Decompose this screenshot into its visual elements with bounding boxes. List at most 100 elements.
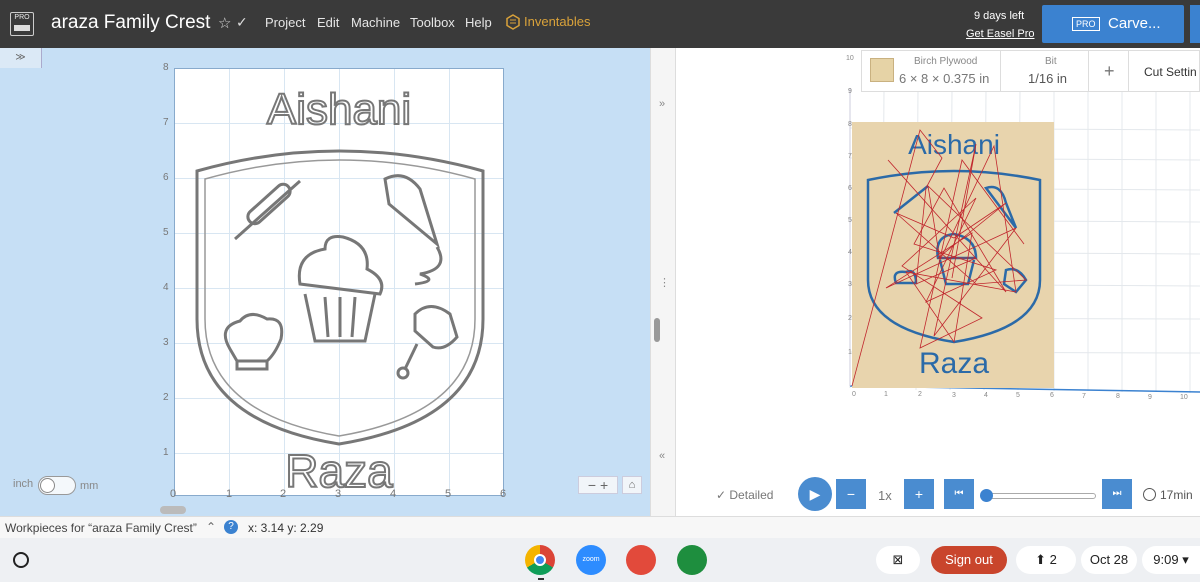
- faster-button[interactable]: +: [904, 479, 934, 509]
- material-swatch[interactable]: [870, 58, 894, 82]
- preview-y-tick: 3: [848, 281, 852, 288]
- preview-y-tick: 4: [848, 249, 852, 256]
- notifications-button[interactable]: ⬆ 2: [1016, 546, 1076, 574]
- preview-x-tick: 3: [952, 392, 956, 399]
- expand-right-icon[interactable]: »: [659, 98, 665, 110]
- star-icon[interactable]: ☆: [218, 14, 231, 32]
- time-display: 9:09: [1153, 552, 1179, 567]
- preview-y-tick: 6: [848, 185, 852, 192]
- preview-x-tick: 4: [984, 392, 988, 399]
- preview-y-tick: 5: [848, 217, 852, 224]
- inventables-link[interactable]: Inventables: [524, 14, 591, 29]
- slower-button[interactable]: −: [836, 479, 866, 509]
- preview-y-tick: 7: [848, 153, 852, 160]
- bit-size[interactable]: 1/16 in: [1028, 71, 1067, 86]
- sign-out-button[interactable]: Sign out: [931, 546, 1007, 574]
- detailed-toggle[interactable]: ✓ Detailed: [716, 488, 773, 502]
- preview-x-tick: 6: [1050, 392, 1054, 399]
- chevron-down-icon[interactable]: ≫: [0, 48, 42, 68]
- menu-toolbox[interactable]: Toolbox: [410, 15, 455, 30]
- preview-x-tick: 10: [1180, 394, 1188, 401]
- y-tick: 1: [163, 447, 169, 458]
- inventables-icon: [506, 14, 520, 30]
- carve-label: Carve...: [1108, 15, 1161, 32]
- top-name-text: Aishani: [267, 85, 411, 134]
- x-tick: 4: [390, 488, 397, 500]
- x-tick: 5: [445, 488, 452, 500]
- rolling-pin-icon: [234, 179, 301, 241]
- carve-pro-badge: PRO: [1072, 17, 1100, 31]
- clock-wifi-tray[interactable]: 9:09 ▾: [1142, 546, 1200, 574]
- preview-x-tick: 7: [1082, 393, 1086, 400]
- preview-x-tick: 0: [852, 391, 856, 398]
- hand-mixer-icon: [396, 305, 459, 380]
- home-icon[interactable]: ⌂: [622, 476, 642, 494]
- top-bar: PRO araza Family Crest ☆ ✓ Project Edit …: [0, 0, 1200, 48]
- preview-y-tick: 10: [846, 55, 854, 62]
- palette-app-icon[interactable]: [626, 545, 656, 575]
- preview-y-tick: 2: [848, 315, 852, 322]
- preview-y-tick: 1: [848, 349, 852, 356]
- zoom-controls[interactable]: − +: [578, 476, 618, 494]
- chevron-up-icon[interactable]: ⌃: [206, 520, 216, 534]
- toggle-knob: [40, 478, 55, 493]
- rewind-icon[interactable]: ⏮: [944, 479, 974, 509]
- drag-handle-dots-icon[interactable]: ⋮: [659, 276, 670, 289]
- get-easel-pro-link[interactable]: Get Easel Pro: [966, 28, 1034, 40]
- preview-y-tick: 8: [848, 121, 852, 128]
- preview-x-tick: 8: [1116, 393, 1120, 400]
- skip-end-icon[interactable]: ⏭: [1102, 479, 1132, 509]
- help-icon[interactable]: ?: [224, 520, 238, 534]
- chrome-icon[interactable]: [525, 545, 555, 575]
- x-tick: 2: [280, 488, 287, 500]
- preview-x-tick: 1: [884, 391, 888, 398]
- design-canvas[interactable]: Aishani Raza: [174, 68, 505, 497]
- carve-dropdown-edge[interactable]: [1190, 5, 1200, 43]
- progress-slider-knob[interactable]: [980, 489, 993, 502]
- crest-artwork[interactable]: Aishani Raza: [175, 69, 505, 497]
- piping-bag-icon: [383, 174, 443, 286]
- unit-toggle[interactable]: [38, 476, 76, 495]
- material-name[interactable]: Birch Plywood: [914, 56, 977, 67]
- material-size[interactable]: 6 × 8 × 0.375 in: [899, 71, 989, 86]
- chef-hat-icon: [223, 313, 284, 371]
- menu-machine[interactable]: Machine: [351, 15, 400, 30]
- menu-project[interactable]: Project: [265, 15, 305, 30]
- os-taskbar: zoom ⊠ Sign out ⬆ 2 Oct 28 9:09 ▾: [0, 538, 1200, 582]
- x-tick: 1: [226, 488, 233, 500]
- speed-value: 1x: [878, 488, 892, 503]
- zoom-app-icon[interactable]: zoom: [576, 545, 606, 575]
- preview-x-tick: 9: [1148, 394, 1152, 401]
- y-tick: 4: [163, 282, 169, 293]
- unit-inch-label: inch: [13, 478, 34, 490]
- collapse-left-icon[interactable]: «: [659, 450, 665, 462]
- y-tick: 7: [163, 117, 169, 128]
- classroom-app-icon[interactable]: [677, 545, 707, 575]
- x-tick: 3: [335, 488, 342, 500]
- preview-top-text: Aishani: [908, 129, 1000, 160]
- easel-pro-logo[interactable]: PRO: [10, 12, 34, 36]
- divider-scrollbar[interactable]: [654, 318, 660, 342]
- workpieces-label[interactable]: Workpieces for “araza Family Crest”: [5, 521, 197, 535]
- horizontal-scrollbar[interactable]: [160, 506, 186, 514]
- screen-capture-icon[interactable]: ⊠: [876, 546, 920, 574]
- date-display[interactable]: Oct 28: [1081, 546, 1137, 574]
- y-tick: 6: [163, 172, 169, 183]
- bit-label: Bit: [1045, 56, 1057, 67]
- cupcake-icon: [297, 235, 384, 343]
- play-icon[interactable]: ▶: [798, 477, 832, 511]
- clock-icon: [1143, 488, 1156, 501]
- progress-slider[interactable]: [986, 493, 1096, 499]
- launcher-icon[interactable]: [13, 552, 29, 568]
- menu-help[interactable]: Help: [465, 15, 492, 30]
- material-bit-card: Birch Plywood 6 × 8 × 0.375 in Bit 1/16 …: [861, 50, 1200, 92]
- menu-edit[interactable]: Edit: [317, 15, 339, 30]
- carve-button[interactable]: PRO Carve...: [1042, 5, 1184, 43]
- project-title[interactable]: araza Family Crest: [51, 12, 210, 34]
- pane-divider[interactable]: » ⋮ «: [650, 48, 676, 516]
- 3d-preview[interactable]: Aishani Raza 10 9 8 7 6 5 4 3 2 1 0 1 2 …: [676, 48, 1200, 448]
- cut-settings-button[interactable]: Cut Settin: [1144, 65, 1197, 79]
- status-bar: Workpieces for “araza Family Crest” ⌃ ? …: [0, 516, 1200, 538]
- x-tick: 0: [170, 488, 177, 500]
- add-bit-icon[interactable]: +: [1104, 61, 1115, 82]
